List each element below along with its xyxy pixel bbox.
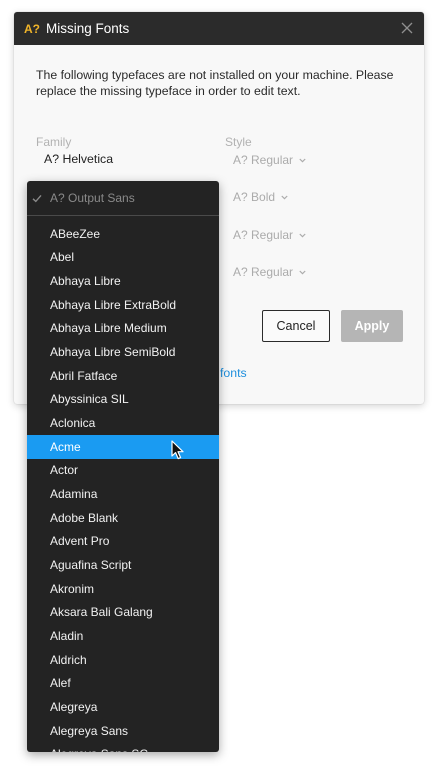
font-list-item[interactable]: Abhaya Libre Medium [27, 317, 219, 341]
dropdown-selected-item[interactable]: A? Output Sans [27, 181, 219, 216]
font-list-item[interactable]: Aksara Bali Galang [27, 601, 219, 625]
dialog-description: The following typefaces are not installe… [36, 68, 394, 98]
font-list-item[interactable]: Adamina [27, 482, 219, 506]
font-list-item[interactable]: Alegreya Sans SC [27, 742, 219, 752]
font-family-dropdown[interactable]: A? Output Sans ABeeZee Abel Abhaya Libre Ab… [27, 181, 219, 752]
chevron-down-icon [299, 233, 306, 238]
dialog-titlebar: A? Missing Fonts [14, 12, 424, 45]
chevron-down-icon [299, 270, 306, 275]
chevron-down-icon [281, 195, 288, 200]
font-list-item[interactable]: Abhaya Libre [27, 269, 219, 293]
font-list-item[interactable]: Aldrich [27, 648, 219, 672]
style-column-header: Style [225, 135, 252, 149]
missing-family-name: A? Helvetica [44, 152, 114, 166]
dialog-title: Missing Fonts [46, 21, 130, 36]
font-list-item[interactable]: Alegreya [27, 695, 219, 719]
font-list-item[interactable]: Actor [27, 459, 219, 483]
font-list-item[interactable]: Abel [27, 246, 219, 270]
style-select-row-3[interactable]: A? Regular [233, 228, 306, 242]
style-select-label: A? Regular [233, 153, 294, 167]
style-select-label: A? Bold [233, 190, 276, 204]
font-list-item[interactable]: Aladin [27, 624, 219, 648]
close-icon[interactable] [400, 21, 414, 35]
font-list-item[interactable]: Acme [27, 434, 219, 459]
cancel-button[interactable]: Cancel [262, 310, 330, 342]
font-list-item[interactable]: Abril Fatface [27, 364, 219, 388]
font-list: ABeeZee Abel Abhaya Libre Abhaya Libre Extr… [27, 216, 219, 752]
font-list-item[interactable]: Aclonica [27, 411, 219, 435]
selected-font-label: A? Output Sans [50, 191, 135, 205]
font-list-item[interactable]: Abhaya Libre ExtraBold [27, 293, 219, 317]
font-list-item[interactable]: Advent Pro [27, 530, 219, 554]
style-select-label: A? Regular [233, 265, 294, 279]
style-select-row-2[interactable]: A? Bold [233, 190, 288, 204]
font-list-item[interactable]: ABeeZee [27, 222, 219, 246]
style-select-label: A? Regular [233, 228, 294, 242]
style-select-row-4[interactable]: A? Regular [233, 265, 306, 279]
font-list-item[interactable]: Akronim [27, 577, 219, 601]
checkmark-icon [32, 194, 42, 202]
font-list-item[interactable]: Adobe Blank [27, 506, 219, 530]
font-list-item[interactable]: Alegreya Sans [27, 719, 219, 743]
font-list-item[interactable]: Alef [27, 671, 219, 695]
missing-font-icon: A? [24, 21, 40, 36]
font-list-item[interactable]: Abyssinica SIL [27, 388, 219, 412]
apply-button[interactable]: Apply [341, 310, 403, 342]
family-column-header: Family [36, 135, 72, 149]
chevron-down-icon [299, 158, 306, 163]
style-select-row-1[interactable]: A? Regular [233, 153, 306, 167]
font-list-item[interactable]: Abhaya Libre SemiBold [27, 340, 219, 364]
font-list-item[interactable]: Aguafina Script [27, 553, 219, 577]
